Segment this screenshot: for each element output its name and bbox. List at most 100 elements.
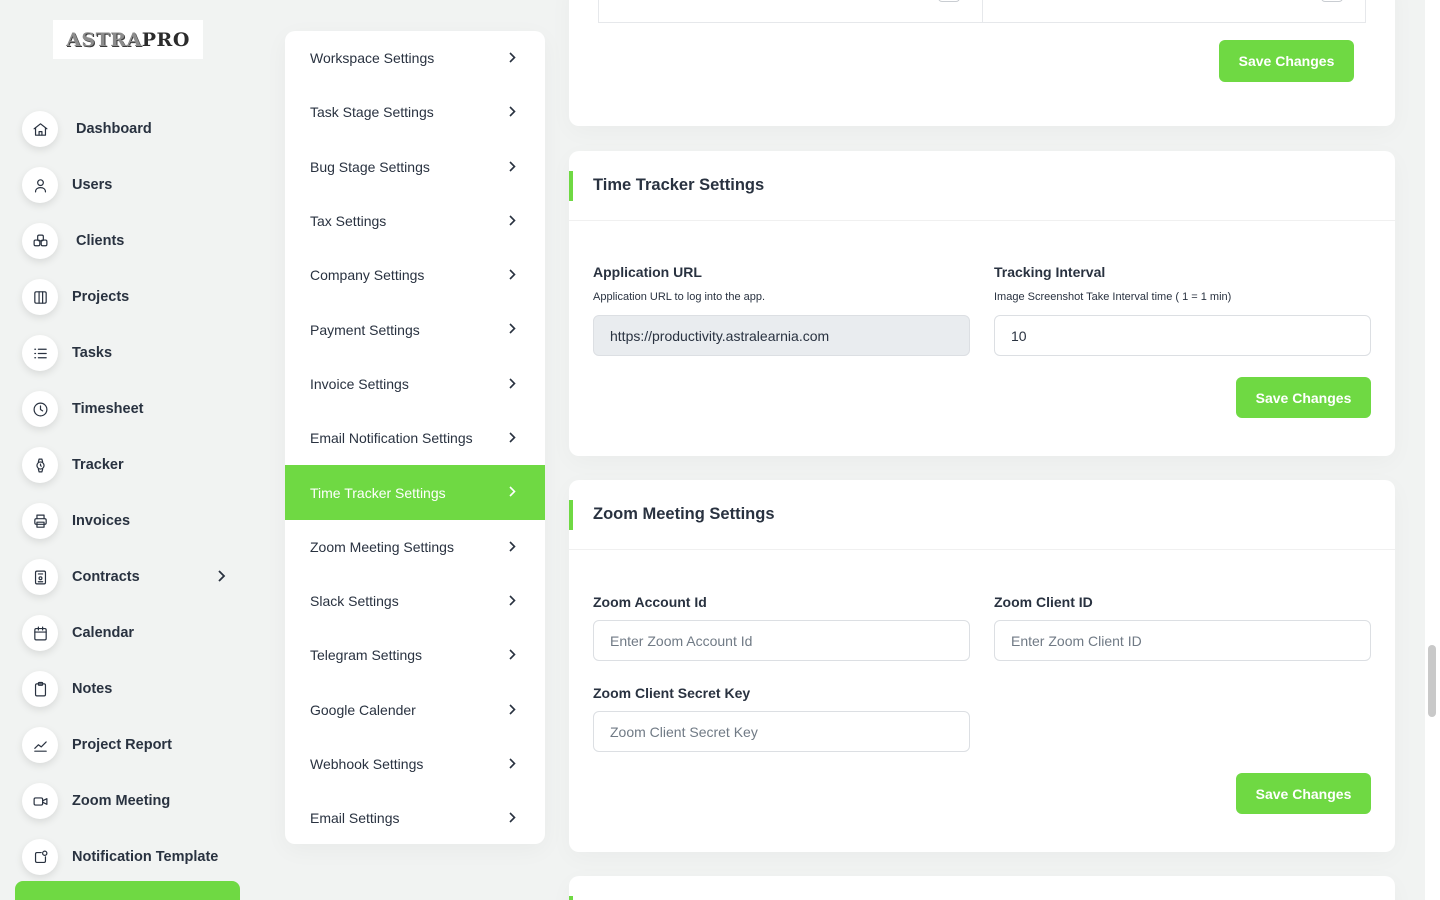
page-scrollbar[interactable] <box>1425 0 1440 900</box>
application-url-hint: Application URL to log into the app. <box>593 291 766 303</box>
card-header: Time Tracker Settings <box>569 151 1395 221</box>
menu-label: Slack Settings <box>310 593 399 610</box>
save-changes-button[interactable]: Save Changes <box>1236 773 1371 814</box>
chevron-right-icon <box>509 50 516 66</box>
nav-item-notes[interactable]: Notes <box>22 661 240 717</box>
menu-item-slack-settings[interactable]: Slack Settings <box>285 574 545 628</box>
projects-icon <box>22 279 58 315</box>
chevron-right-icon <box>509 647 516 663</box>
scrollbar-thumb[interactable] <box>1428 645 1436 717</box>
nav-label: Users <box>72 177 113 193</box>
nav-label: Dashboard <box>76 121 152 137</box>
nav-item-calendar[interactable]: Calendar <box>22 605 240 661</box>
menu-item-telegram-settings[interactable]: Telegram Settings <box>285 628 545 682</box>
save-changes-button[interactable]: Save Changes <box>1236 377 1371 418</box>
nav-label: Projects <box>72 289 130 305</box>
nav-item-notification-template[interactable]: Notification Template <box>22 829 240 885</box>
zoom-client-id-label: Zoom Client ID <box>994 594 1093 610</box>
nav-item-dashboard[interactable]: Dashboard <box>22 101 240 157</box>
main-nav: Dashboard Users Clients Projects Tasks T… <box>22 101 240 885</box>
nav-item-tracker[interactable]: Tracker <box>22 437 240 493</box>
tracking-interval-input[interactable]: 10 <box>994 315 1371 356</box>
nav-item-timesheet[interactable]: Timesheet <box>22 381 240 437</box>
menu-label: Task Stage Settings <box>310 104 434 121</box>
menu-item-zoom-meeting-settings[interactable]: Zoom Meeting Settings <box>285 520 545 574</box>
watch-icon <box>22 447 58 483</box>
clock-icon <box>22 391 58 427</box>
nav-label: Tracker <box>72 457 124 473</box>
menu-item-time-tracker-settings[interactable]: Time Tracker Settings <box>285 465 545 520</box>
menu-item-workspace-settings[interactable]: Workspace Settings <box>285 31 545 85</box>
tracking-interval-hint: Image Screenshot Take Interval time ( 1 … <box>994 291 1232 303</box>
nav-label: Project Report <box>72 737 172 753</box>
nav-label: Notification Template <box>72 849 219 865</box>
chevron-right-icon[interactable] <box>217 569 226 585</box>
home-icon <box>22 111 58 147</box>
save-changes-button[interactable]: Save Changes <box>1219 40 1354 82</box>
nav-item-settings-active[interactable] <box>15 881 240 900</box>
logo-text: ASTRAPRO <box>66 28 190 51</box>
menu-label: Zoom Meeting Settings <box>310 538 454 555</box>
contract-icon <box>22 559 58 595</box>
nav-item-contracts[interactable]: Contracts <box>22 549 240 605</box>
chevron-right-icon <box>509 321 516 337</box>
chevron-right-icon <box>509 539 516 555</box>
chevron-right-icon <box>509 104 516 120</box>
nav-label: Notes <box>72 681 113 697</box>
calendar-icon <box>22 615 58 651</box>
previous-settings-fields <box>598 0 1366 23</box>
zoom-account-id-input[interactable]: Enter Zoom Account Id <box>593 620 970 661</box>
menu-item-company-settings[interactable]: Company Settings <box>285 248 545 302</box>
chevron-right-icon <box>509 159 516 175</box>
card-header: Zoom Meeting Settings <box>569 480 1395 550</box>
nav-item-users[interactable]: Users <box>22 157 240 213</box>
menu-item-payment-settings[interactable]: Payment Settings <box>285 302 545 356</box>
next-settings-card <box>569 876 1395 900</box>
menu-item-bug-stage-settings[interactable]: Bug Stage Settings <box>285 140 545 194</box>
nav-item-invoices[interactable]: Invoices <box>22 493 240 549</box>
chevron-right-icon <box>509 430 516 446</box>
application-url-label: Application URL <box>593 264 702 280</box>
sidebar: ASTRAPRO Dashboard Users Clients Project… <box>0 0 260 900</box>
menu-label: Telegram Settings <box>310 647 423 664</box>
menu-label: Workspace Settings <box>310 50 435 67</box>
menu-label: Payment Settings <box>310 321 420 338</box>
chevron-right-icon <box>509 267 516 283</box>
nav-label: Contracts <box>72 569 140 585</box>
application-url-input[interactable]: https://productivity.astralearnia.com <box>593 315 970 356</box>
chevron-right-icon <box>509 484 516 500</box>
menu-label: Email Settings <box>310 810 400 827</box>
menu-item-email-settings[interactable]: Email Settings <box>285 791 545 844</box>
nav-item-projects[interactable]: Projects <box>22 269 240 325</box>
list-icon <box>22 335 58 371</box>
clipboard-icon <box>22 671 58 707</box>
menu-label: Tax Settings <box>310 213 387 230</box>
menu-item-webhook-settings[interactable]: Webhook Settings <box>285 737 545 791</box>
nav-label: Calendar <box>72 625 135 641</box>
chevron-right-icon <box>509 810 516 826</box>
menu-item-google-calender[interactable]: Google Calender <box>285 683 545 737</box>
zoom-client-secret-input[interactable]: Zoom Client Secret Key <box>593 711 970 752</box>
zoom-client-id-input[interactable]: Enter Zoom Client ID <box>994 620 1371 661</box>
menu-item-invoice-settings[interactable]: Invoice Settings <box>285 357 545 411</box>
menu-item-email-notification-settings[interactable]: Email Notification Settings <box>285 411 545 465</box>
menu-label: Invoice Settings <box>310 375 409 392</box>
menu-label: Time Tracker Settings <box>310 484 446 501</box>
time-tracker-settings-card: Time Tracker Settings Application URL Ap… <box>569 151 1395 456</box>
nav-item-tasks[interactable]: Tasks <box>22 325 240 381</box>
menu-item-task-stage-settings[interactable]: Task Stage Settings <box>285 85 545 139</box>
menu-label: Webhook Settings <box>310 756 424 772</box>
nav-item-project-report[interactable]: Project Report <box>22 717 240 773</box>
nav-item-clients[interactable]: Clients <box>22 213 240 269</box>
card-title: Time Tracker Settings <box>593 176 765 194</box>
chart-line-icon <box>22 727 58 763</box>
menu-item-tax-settings[interactable]: Tax Settings <box>285 194 545 248</box>
field-control[interactable] <box>1321 0 1343 2</box>
menu-label: Email Notification Settings <box>310 430 473 447</box>
chevron-right-icon <box>509 756 516 772</box>
field-control[interactable] <box>938 0 960 2</box>
nav-item-zoom-meeting[interactable]: Zoom Meeting <box>22 773 240 829</box>
brand-logo[interactable]: ASTRAPRO <box>53 20 203 59</box>
nav-label: Clients <box>76 233 125 249</box>
chevron-right-icon <box>509 376 516 392</box>
